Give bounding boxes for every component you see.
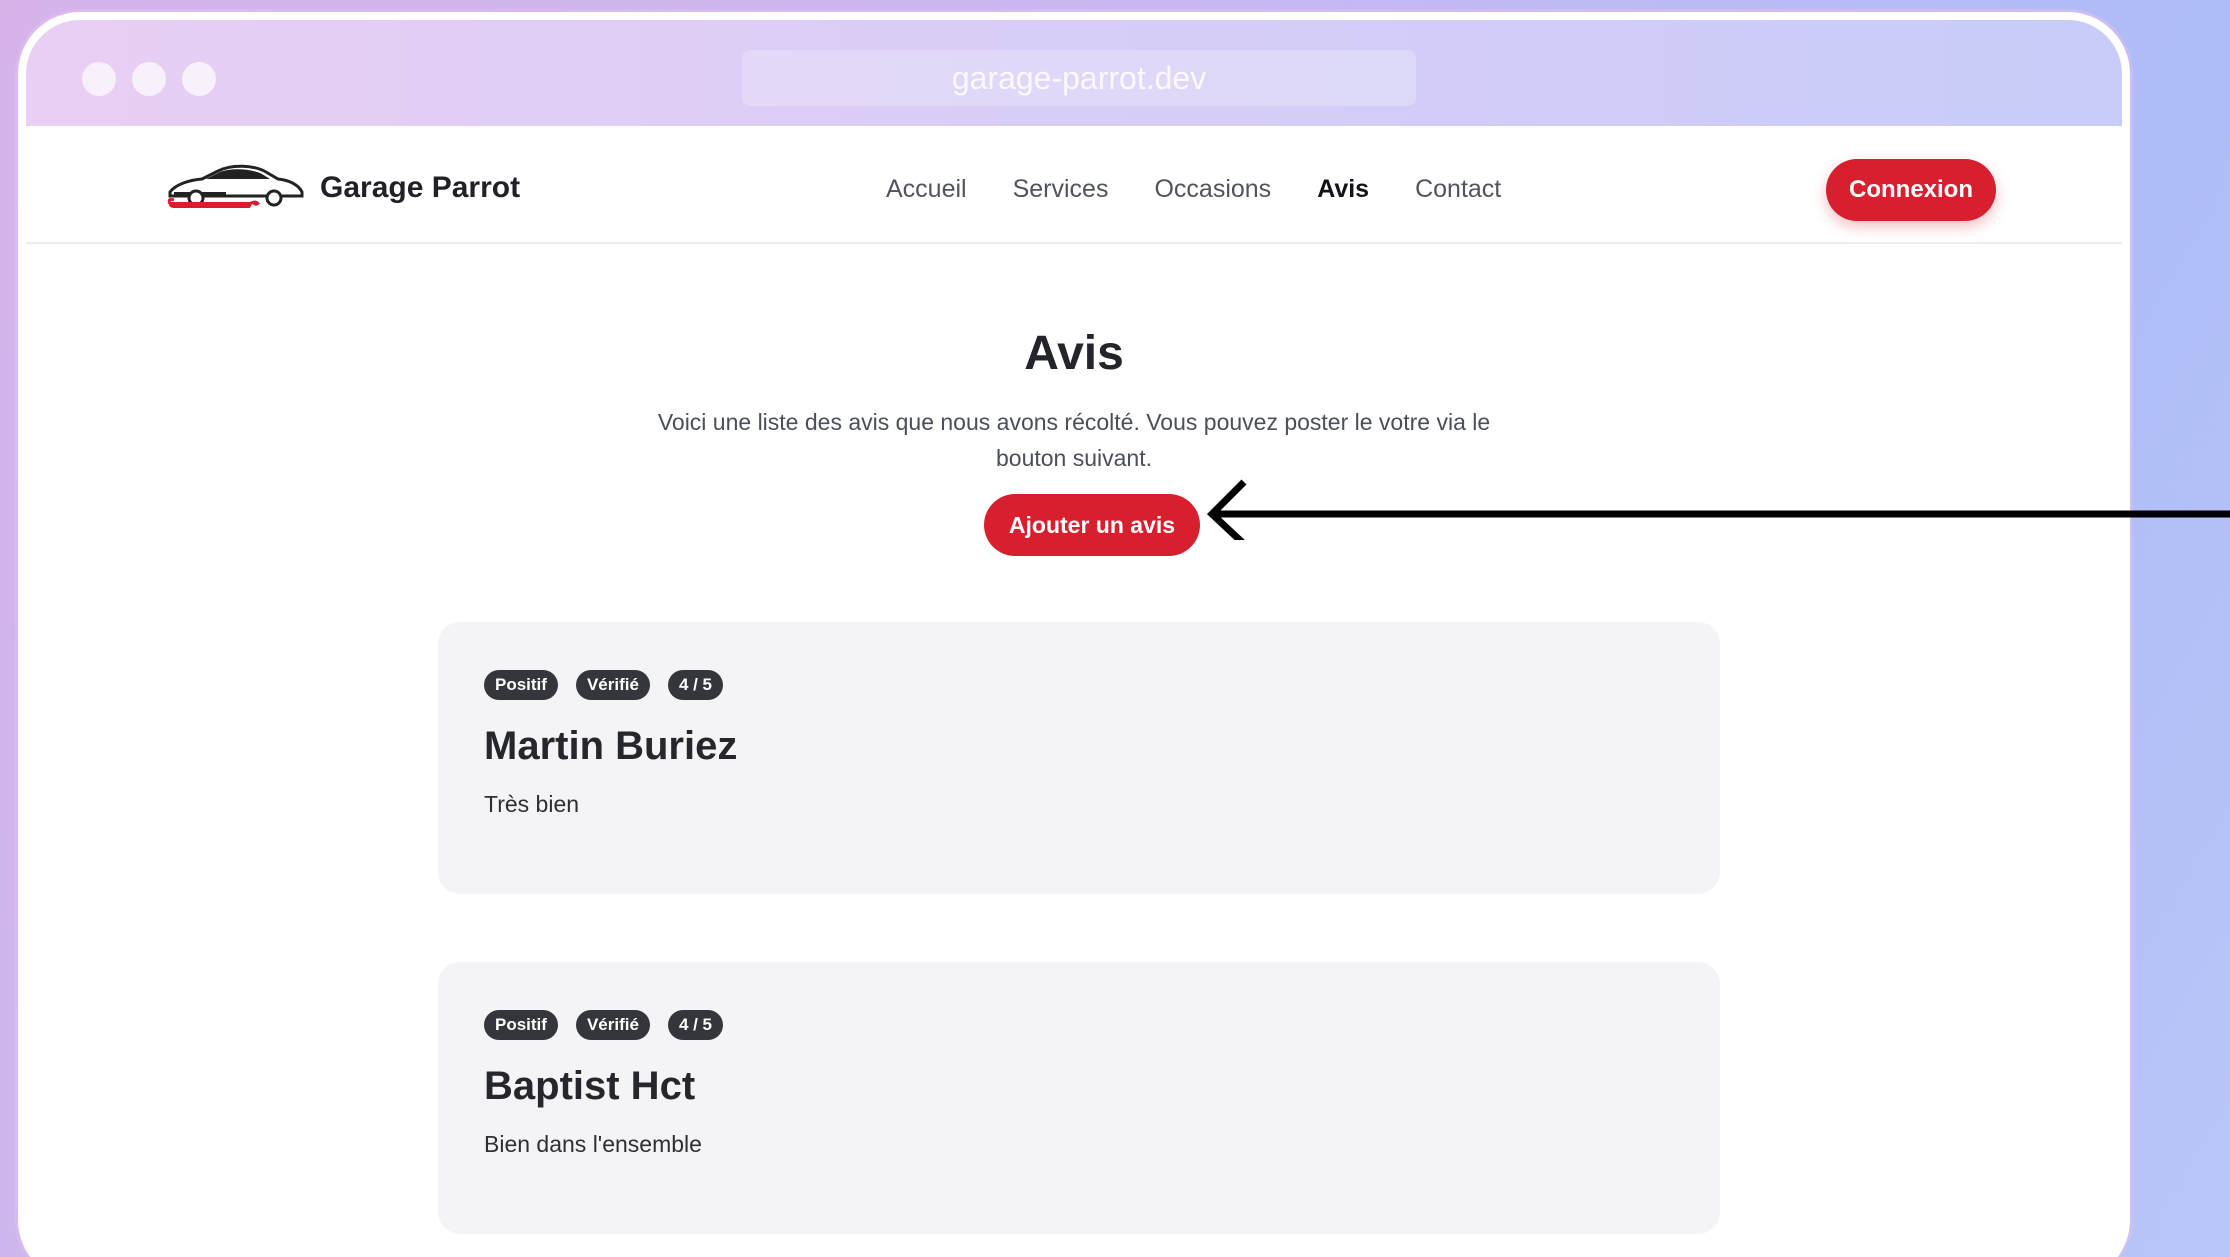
brand-name: Garage Parrot (320, 171, 521, 204)
rating-badge: 4 / 5 (667, 670, 724, 700)
page-title: Avis (1024, 327, 1124, 380)
review-author: Martin Buriez (484, 724, 738, 768)
site-navbar: Garage Parrot Accueil Services Occasions… (26, 134, 2122, 244)
close-window-icon[interactable] (82, 62, 116, 96)
browser-titlebar: garage-parrot.dev (26, 20, 2122, 126)
review-author: Baptist Hct (484, 1064, 696, 1108)
review-card: Positif Vérifié 4 / 5 Martin Buriez Très… (438, 622, 1720, 894)
sentiment-badge: Positif (484, 1010, 558, 1040)
verified-badge: Vérifié (575, 1010, 650, 1040)
car-logo-icon (167, 164, 304, 208)
login-button[interactable]: Connexion (1826, 159, 1996, 221)
maximize-window-icon[interactable] (182, 62, 216, 96)
brand[interactable]: Garage Parrot (166, 156, 520, 220)
nav-link-occasions[interactable]: Occasions (1154, 175, 1271, 204)
reviews-hero: Avis Voici une liste des avis que nous a… (26, 330, 2122, 476)
main-nav: Accueil Services Occasions Avis Contact (886, 134, 1501, 244)
rating-badge: 4 / 5 (667, 1010, 724, 1040)
review-badges: Positif Vérifié 4 / 5 (484, 1010, 1674, 1040)
review-card: Positif Vérifié 4 / 5 Baptist Hct Bien d… (438, 962, 1720, 1234)
verified-badge: Vérifié (575, 670, 650, 700)
review-text: Très bien (484, 791, 580, 817)
review-badges: Positif Vérifié 4 / 5 (484, 670, 1674, 700)
add-review-button[interactable]: Ajouter un avis (984, 494, 1200, 556)
nav-link-avis[interactable]: Avis (1317, 175, 1369, 204)
browser-window: garage-parrot.dev Garage Parrot Accueil … (18, 12, 2130, 1257)
address-bar[interactable]: garage-parrot.dev (742, 50, 1416, 106)
sentiment-badge: Positif (484, 670, 558, 700)
page-description: Voici une liste des avis que nous avons … (657, 409, 1491, 471)
nav-link-services[interactable]: Services (1013, 175, 1109, 204)
pointer-arrow-icon (1206, 479, 2230, 540)
nav-link-accueil[interactable]: Accueil (886, 175, 967, 204)
minimize-window-icon[interactable] (132, 62, 166, 96)
review-text: Bien dans l'ensemble (484, 1131, 702, 1157)
nav-link-contact[interactable]: Contact (1415, 175, 1501, 204)
